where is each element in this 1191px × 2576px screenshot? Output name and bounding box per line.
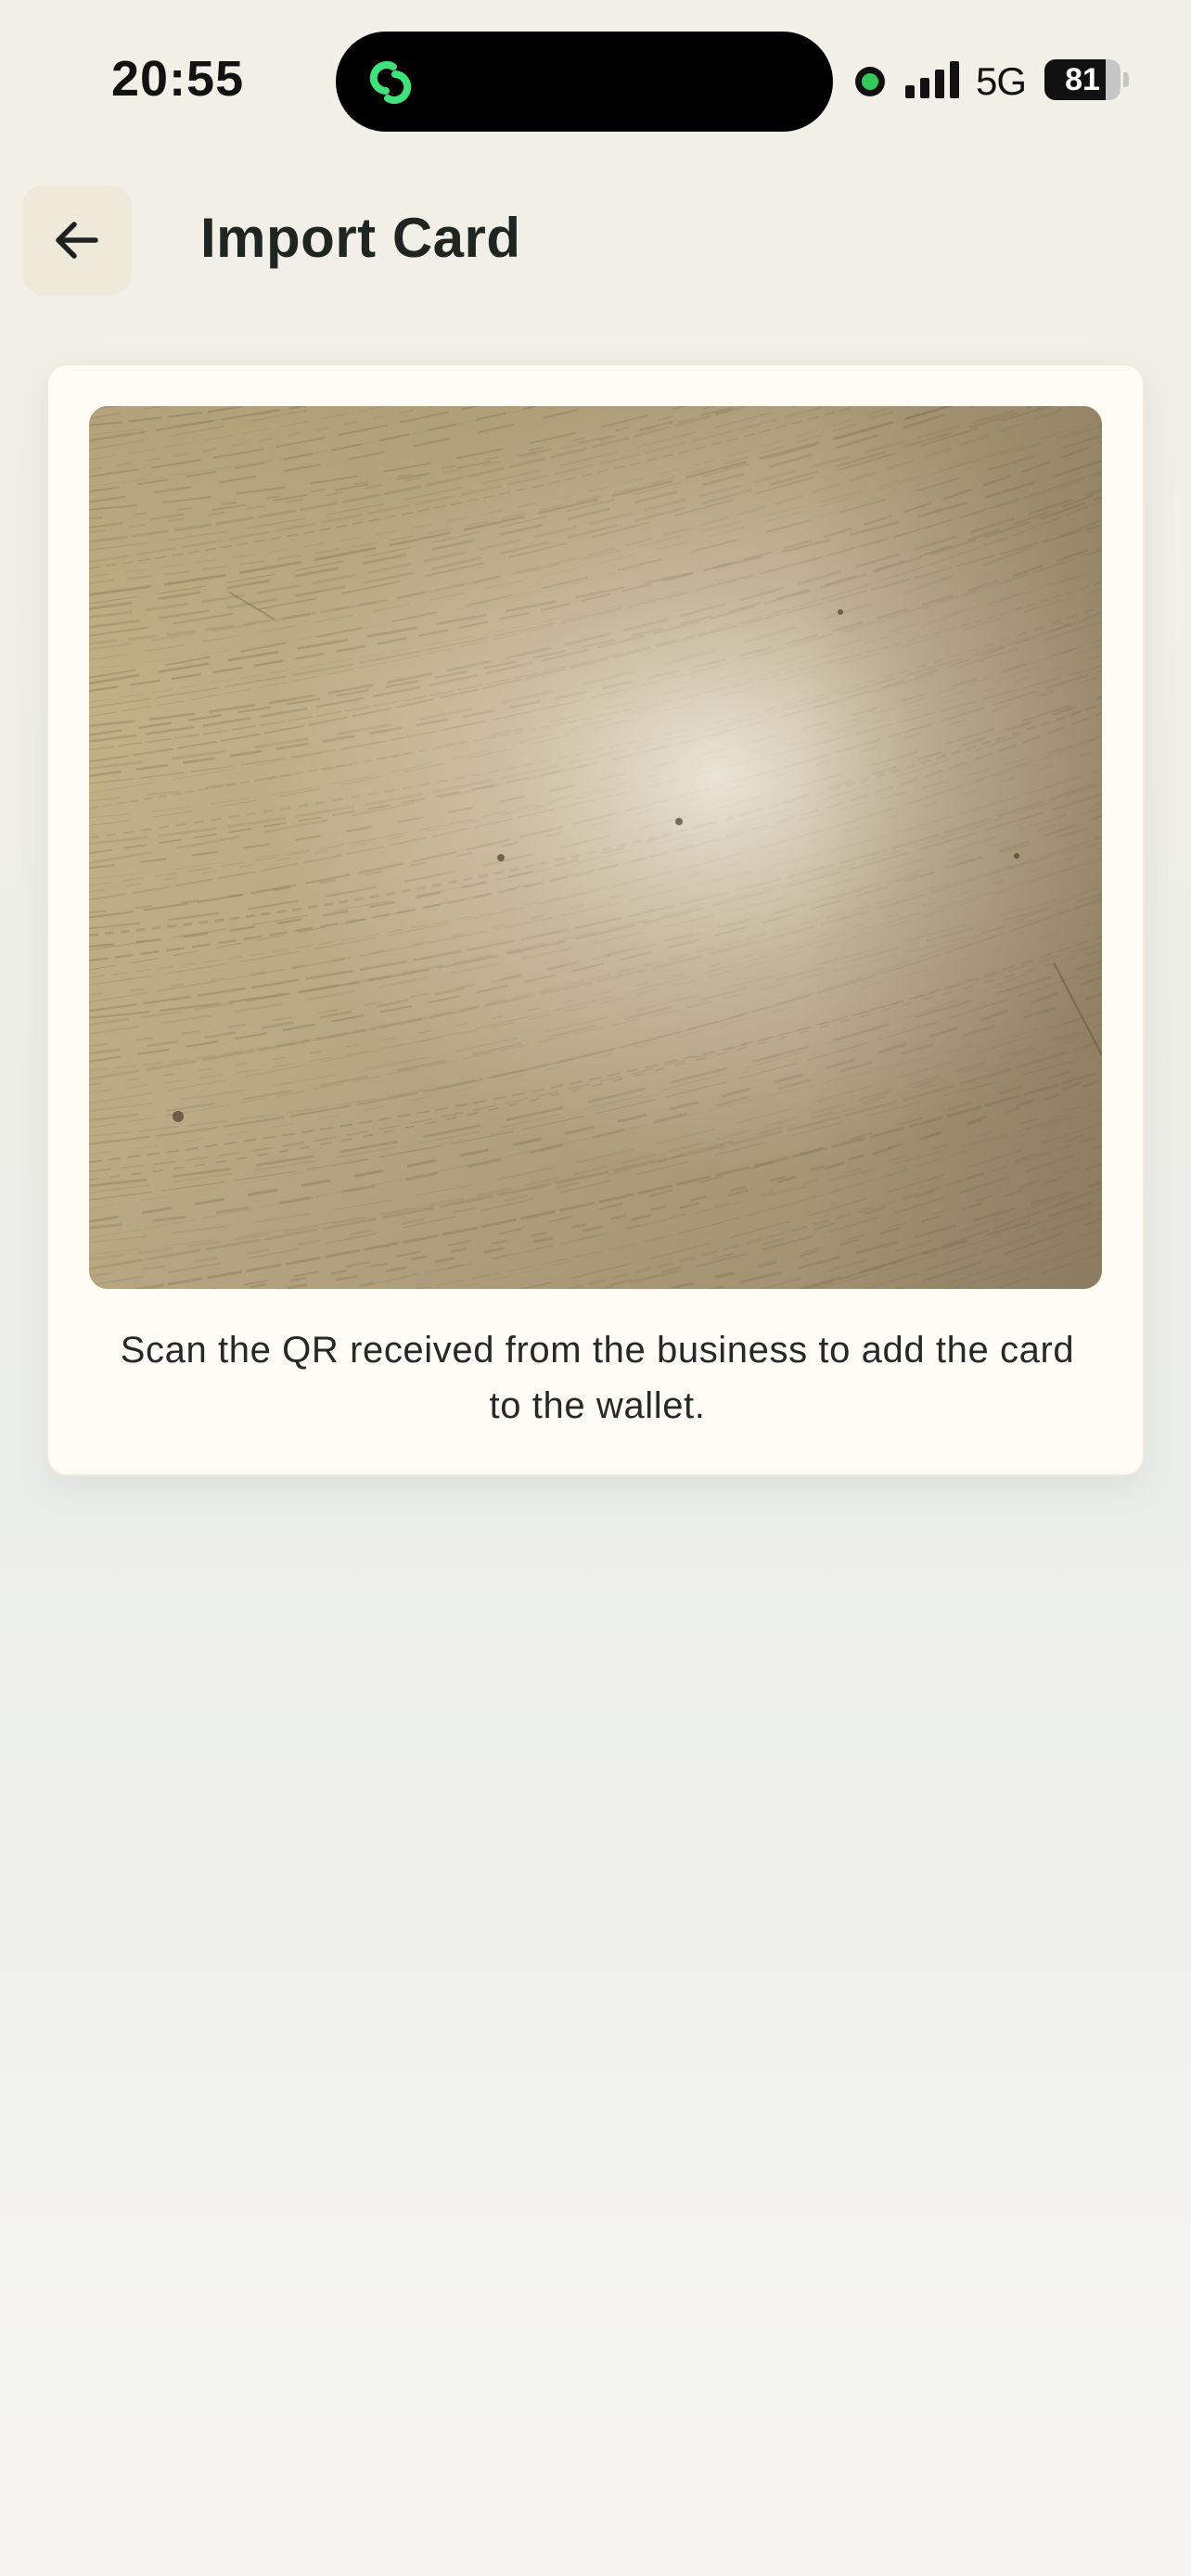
arrow-left-icon [56,222,98,259]
status-time: 20:55 [111,51,245,107]
camera-feed-image [89,406,1102,1289]
scan-instructions-text: Scan the QR received from the business t… [120,1330,1075,1426]
battery-level-text: 81 [1065,62,1100,97]
camera-in-use-indicator [855,67,885,96]
cellular-signal-icon [905,61,959,98]
linked-rings-icon [369,61,412,104]
dynamic-island[interactable] [336,32,833,132]
status-bar: 20:55 5G 81 [0,0,1191,158]
network-type-label: 5G [976,59,1027,103]
page-title: Import Card [200,207,521,269]
qr-scanner-card: Scan the QR received from the business t… [46,363,1145,1476]
back-button[interactable] [22,185,132,295]
qr-camera-viewfinder[interactable] [89,406,1102,1289]
battery-icon: 81 [1044,59,1129,100]
